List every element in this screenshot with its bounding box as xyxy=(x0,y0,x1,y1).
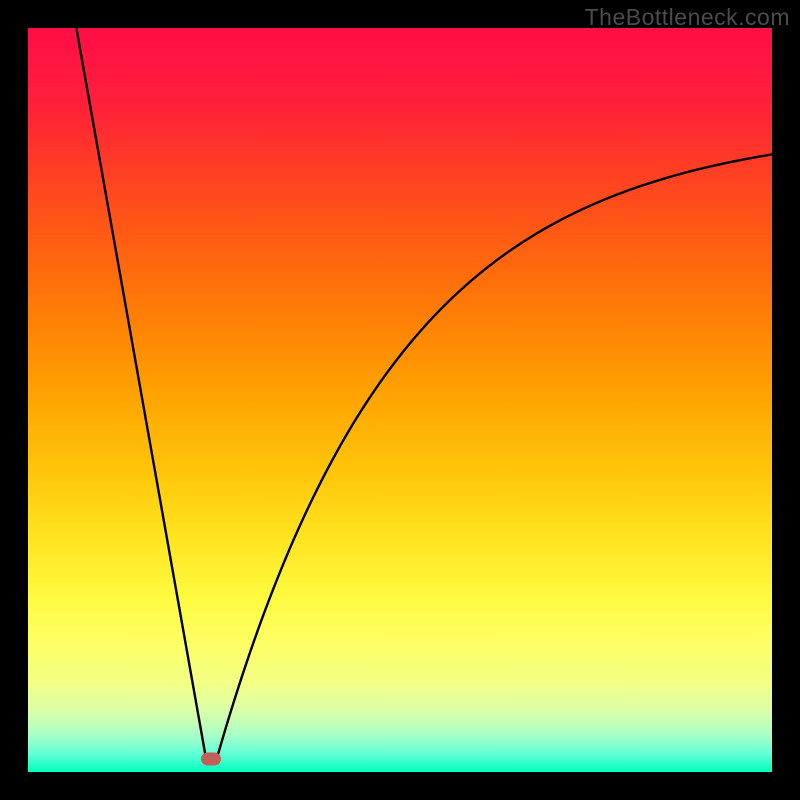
chart-canvas xyxy=(28,28,772,772)
watermark-text: TheBottleneck.com xyxy=(585,4,790,31)
gradient-background xyxy=(28,28,772,772)
optimum-marker xyxy=(201,753,221,766)
plot-frame xyxy=(28,28,772,772)
